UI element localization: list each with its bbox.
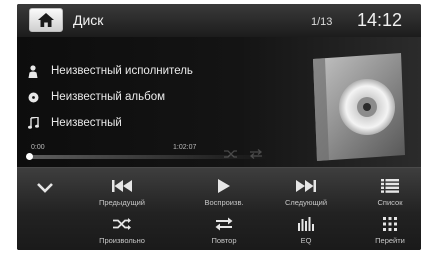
- list-button[interactable]: Список: [350, 176, 421, 207]
- list-icon: [381, 179, 399, 193]
- track-counter: 1/13: [311, 16, 333, 28]
- repeat-label: Повтор: [211, 236, 237, 245]
- play-icon: [218, 179, 230, 193]
- skip-previous-icon: [112, 180, 132, 192]
- artist-row: Неизвестный исполнитель: [25, 63, 193, 79]
- repeat-status-icon: [249, 149, 263, 159]
- track-info-panel: Неизвестный исполнитель Неизвестный альб…: [17, 37, 421, 167]
- equalizer-button[interactable]: EQ: [266, 214, 346, 245]
- previous-label: Предыдущий: [98, 198, 145, 207]
- chevron-down-icon: [37, 183, 53, 193]
- header-bar: Диск 1/13 14:12: [17, 4, 421, 37]
- clock: 14:12: [357, 10, 403, 30]
- skip-next-icon: [296, 180, 316, 192]
- time-elapsed: 0:00: [31, 144, 45, 151]
- album-row: Неизвестный альбом: [25, 89, 165, 105]
- shuffle-button[interactable]: Произвольно: [82, 214, 162, 245]
- person-icon: [25, 63, 41, 79]
- collapse-button[interactable]: [17, 178, 85, 198]
- grid-icon: [383, 217, 397, 231]
- repeat-button[interactable]: Повтор: [184, 214, 264, 245]
- song-title: Неизвестный: [51, 117, 122, 129]
- progress-knob[interactable]: [26, 153, 33, 160]
- next-label: Следующий: [284, 198, 328, 207]
- list-label: Список: [377, 198, 403, 207]
- goto-label: Перейти: [375, 236, 405, 245]
- album-name: Неизвестный альбом: [51, 91, 166, 103]
- next-button[interactable]: Следующий: [266, 176, 346, 207]
- goto-button[interactable]: Перейти: [350, 214, 421, 245]
- disc-icon: [25, 89, 41, 105]
- control-bar: Предыдущий Воспроизв. Следующий Список П…: [17, 167, 421, 250]
- device-frame: Диск 1/13 14:12 Неизвестный исполнитель …: [0, 0, 431, 256]
- equalizer-icon: [298, 217, 314, 231]
- music-note-icon: [25, 115, 41, 131]
- shuffle-status-icon: [224, 150, 237, 158]
- previous-button[interactable]: Предыдущий: [82, 176, 162, 207]
- shuffle-label: Произвольно: [99, 236, 145, 245]
- album-art: [313, 53, 405, 161]
- home-button[interactable]: [29, 8, 63, 32]
- page-title: Диск: [73, 12, 104, 28]
- home-icon: [38, 13, 54, 27]
- repeat-icon: [215, 217, 233, 231]
- artist-name: Неизвестный исполнитель: [51, 65, 193, 77]
- song-row: Неизвестный: [25, 115, 122, 131]
- equalizer-label: EQ: [300, 236, 312, 245]
- time-total: 1:02:07: [173, 144, 197, 151]
- play-label: Воспроизв.: [204, 198, 244, 207]
- shuffle-icon: [113, 218, 131, 230]
- media-player-screen: Диск 1/13 14:12 Неизвестный исполнитель …: [17, 4, 421, 250]
- play-button[interactable]: Воспроизв.: [184, 176, 264, 207]
